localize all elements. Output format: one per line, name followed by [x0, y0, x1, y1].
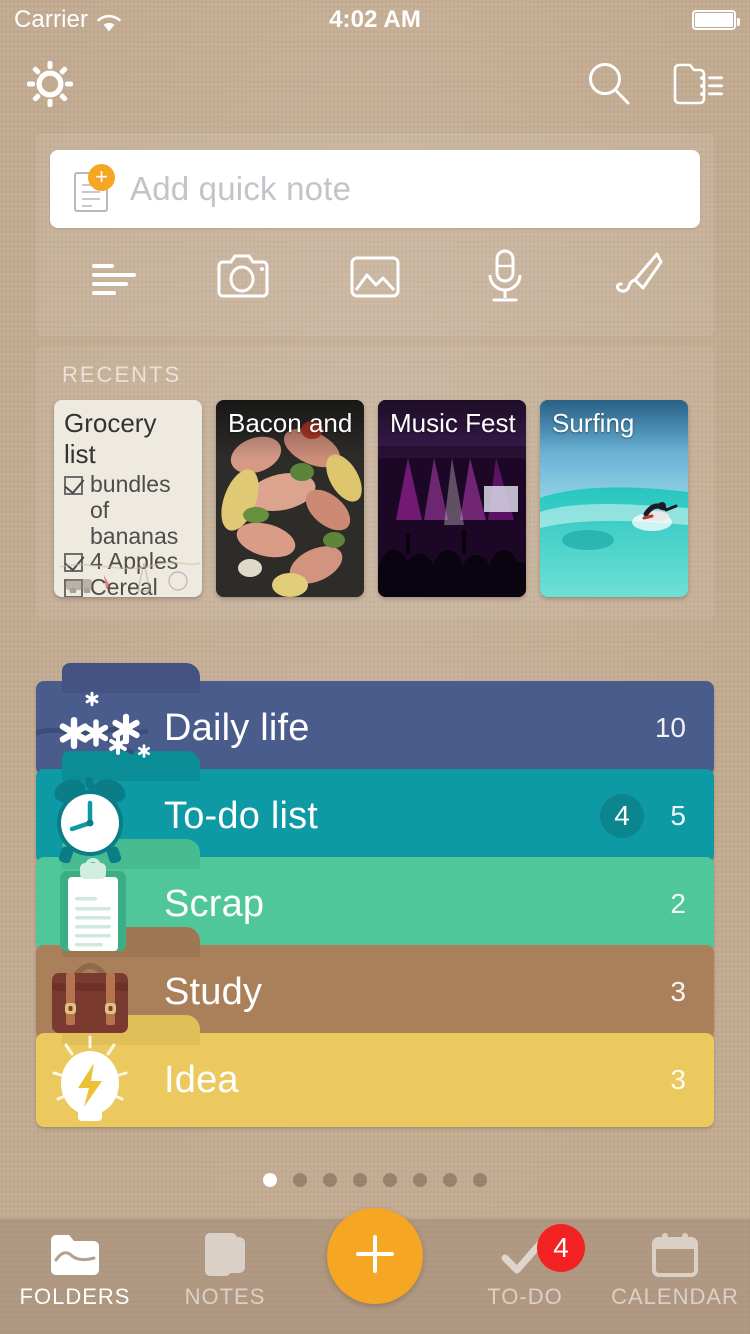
quick-note-panel: + Add quick note — [36, 134, 714, 336]
folder-count: 10 — [655, 712, 686, 744]
page-dot[interactable] — [263, 1173, 277, 1187]
search-icon[interactable] — [584, 59, 634, 109]
camera-icon[interactable] — [210, 248, 280, 304]
quick-note-toolbar — [50, 230, 700, 322]
page-dot[interactable] — [293, 1173, 307, 1187]
list-item: bundles of bananas — [64, 472, 192, 549]
brush-icon[interactable] — [600, 248, 670, 304]
folder-list-icon[interactable] — [672, 59, 724, 109]
recents-label: RECENTS — [36, 362, 714, 400]
folder-item-to-do-list[interactable]: To-do list 4 5 — [36, 769, 714, 863]
tab-notes[interactable]: NOTES — [150, 1230, 300, 1310]
tab-label: TO-DO — [450, 1284, 600, 1310]
tab-calendar[interactable]: CALENDAR — [600, 1230, 750, 1310]
recent-card-title: Grocery list — [64, 408, 192, 470]
microphone-icon[interactable] — [470, 248, 540, 304]
clipboard-icon — [36, 857, 164, 951]
tab-folders[interactable]: FOLDERS — [0, 1230, 150, 1310]
gear-icon[interactable] — [26, 60, 74, 108]
plus-icon — [351, 1230, 399, 1283]
notes-icon — [150, 1230, 300, 1280]
page-indicator — [0, 1173, 750, 1187]
new-note-icon: + — [72, 166, 112, 212]
to-do-badge: 4 — [537, 1224, 585, 1272]
folder-count: 3 — [660, 1064, 686, 1096]
bottom-tab-bar: FOLDERS NOTES 4 TO-DO CALEN — [0, 1218, 750, 1334]
folder-list: Daily life 10 — [36, 681, 714, 1127]
folder-item-idea[interactable]: Idea 3 — [36, 1033, 714, 1127]
wifi-icon — [96, 11, 122, 30]
tab-label: CALENDAR — [600, 1284, 750, 1310]
folder-count: 2 — [660, 888, 686, 920]
folder-name: To-do list — [164, 795, 318, 838]
recent-card-music[interactable]: Music Fest — [378, 400, 526, 597]
battery-full-icon — [692, 10, 736, 30]
tab-label: NOTES — [150, 1284, 300, 1310]
folder-name: Daily life — [164, 707, 310, 750]
page-dot[interactable] — [353, 1173, 367, 1187]
flowers-icon — [36, 681, 164, 775]
folder-icon — [0, 1230, 150, 1280]
page-dot[interactable] — [413, 1173, 427, 1187]
recent-card-title: Surfing — [552, 408, 682, 439]
tab-to-do[interactable]: 4 TO-DO — [450, 1230, 600, 1310]
photo-icon[interactable] — [340, 248, 410, 304]
folder-item-study[interactable]: Study 3 — [36, 945, 714, 1039]
page-dot[interactable] — [473, 1173, 487, 1187]
checkbox-icon[interactable] — [64, 476, 83, 495]
alarm-clock-icon — [36, 769, 164, 863]
recent-card-surfing[interactable]: Surfing — [540, 400, 688, 597]
recent-card-grocery[interactable]: Grocery list bundles of bananas 4 Apples… — [54, 400, 202, 597]
carrier-label: Carrier — [14, 6, 88, 34]
folder-count: 5 — [660, 800, 686, 832]
recent-card-title: Music Fest — [390, 408, 520, 439]
page-dot[interactable] — [443, 1173, 457, 1187]
add-note-fab-container — [300, 1230, 450, 1304]
lightbulb-icon — [36, 1033, 164, 1127]
quick-note-placeholder: Add quick note — [130, 170, 351, 208]
status-bar: Carrier 4:02 AM — [0, 0, 750, 40]
briefcase-icon — [36, 945, 164, 1039]
checkmark-icon: 4 — [450, 1230, 600, 1280]
folder-name: Scrap — [164, 883, 264, 926]
calendar-icon — [600, 1230, 750, 1280]
nav-bar — [0, 40, 750, 128]
add-note-fab[interactable] — [327, 1208, 423, 1304]
folder-name: Idea — [164, 1059, 239, 1102]
folder-item-daily-life[interactable]: Daily life 10 — [36, 681, 714, 775]
folder-badge: 4 — [600, 794, 644, 838]
page-dot[interactable] — [323, 1173, 337, 1187]
folder-name: Study — [164, 971, 262, 1014]
text-lines-icon[interactable] — [80, 248, 150, 304]
stamp-decoration — [60, 541, 200, 593]
recent-card-bacon[interactable]: Bacon and — [216, 400, 364, 597]
tab-label: FOLDERS — [0, 1284, 150, 1310]
folder-item-scrap[interactable]: Scrap 2 — [36, 857, 714, 951]
recents-list: Grocery list bundles of bananas 4 Apples… — [36, 400, 714, 597]
page-dot[interactable] — [383, 1173, 397, 1187]
quick-note-input[interactable]: + Add quick note — [50, 150, 700, 228]
recents-panel: RECENTS Grocery list bundles of bananas … — [36, 346, 714, 619]
folder-count: 3 — [660, 976, 686, 1008]
recent-card-title: Bacon and — [228, 408, 358, 439]
